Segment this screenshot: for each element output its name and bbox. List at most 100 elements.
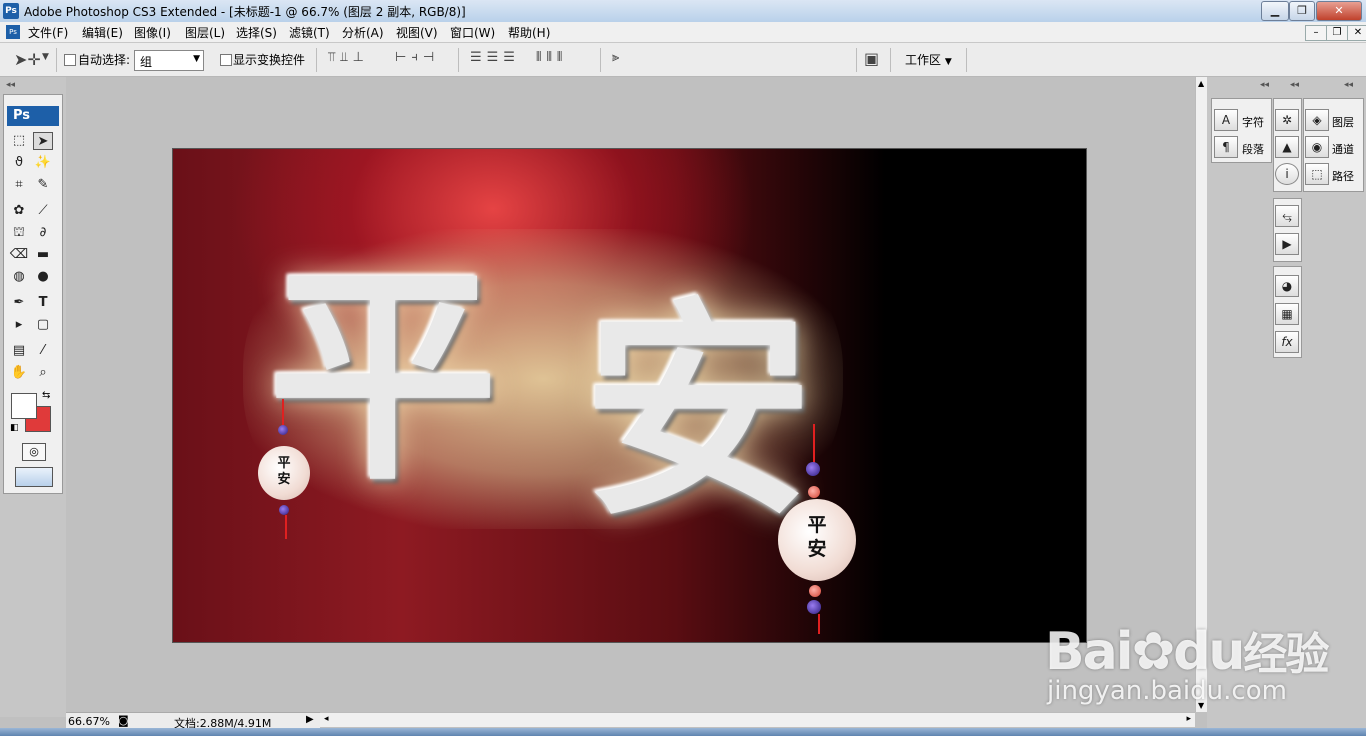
minimize-button[interactable]: ▁ — [1261, 1, 1289, 21]
menu-select[interactable]: 选择(S) — [236, 24, 277, 41]
collapse-arrows-icon[interactable]: ◂◂ — [1260, 80, 1269, 90]
dodge-tool-icon[interactable]: ● — [33, 268, 53, 286]
menu-edit[interactable]: 编辑(E) — [82, 24, 123, 41]
tool-preset-dropdown-icon[interactable]: ▼ — [42, 52, 49, 62]
menu-window[interactable]: 窗口(W) — [450, 24, 495, 41]
menu-filter[interactable]: 滤镜(T) — [289, 24, 330, 41]
slice-tool-icon[interactable]: ✎ — [33, 176, 53, 194]
auto-select-checkbox[interactable] — [64, 54, 76, 66]
title-bar: Ps Adobe Photoshop CS3 Extended - [未标题-1… — [0, 0, 1366, 23]
small-lantern-text-1: 平 — [277, 456, 291, 471]
lasso-tool-icon[interactable]: ϑ — [9, 154, 29, 172]
history-icon[interactable]: ⥃ — [1275, 205, 1299, 227]
show-transform-checkbox[interactable] — [220, 54, 232, 66]
character-panel-label[interactable]: 字符 — [1242, 114, 1264, 130]
path-selection-tool-icon[interactable]: ▸ — [9, 316, 29, 334]
photoshop-app-icon: Ps — [3, 3, 19, 19]
align-icons-group[interactable]: ⫪⫫⊥ — [328, 50, 369, 65]
menu-bar: Ps 文件(F) 编辑(E) 图像(I) 图层(L) 选择(S) 滤镜(T) 分… — [0, 22, 1366, 43]
pen-tool-icon[interactable]: ✒ — [9, 294, 29, 312]
paragraph-panel-label[interactable]: 段落 — [1242, 141, 1264, 157]
paths-icon[interactable]: ⬚ — [1305, 163, 1329, 185]
maximize-button[interactable]: ❐ — [1289, 1, 1315, 21]
marquee-tool-icon[interactable]: ⬚ — [9, 132, 29, 150]
lantern-bead — [806, 462, 820, 476]
swatches-icon[interactable]: ▦ — [1275, 303, 1299, 325]
collapse-arrows-icon[interactable]: ◂◂ — [6, 80, 15, 90]
doc-minimize-button[interactable]: – — [1305, 25, 1327, 41]
brush-tool-icon[interactable]: ⟋ — [33, 202, 53, 220]
chevron-down-icon: ▼ — [944, 57, 952, 67]
lantern-string — [813, 424, 815, 464]
color-icon[interactable]: ◕ — [1275, 275, 1299, 297]
menu-help[interactable]: 帮助(H) — [508, 24, 550, 41]
default-colors-icon[interactable]: ◧ — [10, 423, 19, 433]
menu-image[interactable]: 图像(I) — [134, 24, 171, 41]
eraser-tool-icon[interactable]: ⌫ — [9, 246, 29, 264]
collapse-arrows-icon[interactable]: ◂◂ — [1290, 80, 1299, 90]
distribute-vertical-icons-group[interactable]: ☰☰☰ — [470, 50, 520, 65]
eyedropper-tool-icon[interactable]: ⁄ — [33, 342, 53, 360]
workspace-menu[interactable]: 工作区 ▼ — [905, 51, 952, 68]
magic-wand-tool-icon[interactable]: ✨ — [33, 154, 53, 172]
move-tool-icon[interactable]: ➤✛ — [14, 50, 41, 69]
zoom-tool-icon[interactable]: ⌕ — [33, 364, 53, 382]
collapse-arrows-icon[interactable]: ◂◂ — [1344, 80, 1353, 90]
distribute-horizontal-icons-group[interactable]: ⫴⫴⫴ — [536, 50, 567, 65]
status-info-icon[interactable]: ◙ — [118, 714, 129, 727]
actions-icon[interactable]: ▶ — [1275, 233, 1299, 255]
separator — [56, 48, 57, 72]
show-transform-label: 显示变换控件 — [233, 53, 306, 67]
layers-icon[interactable]: ◈ — [1305, 109, 1329, 131]
history-brush-tool-icon[interactable]: ∂ — [33, 224, 53, 242]
notes-tool-icon[interactable]: ▤ — [9, 342, 29, 360]
separator — [316, 48, 317, 72]
clone-stamp-tool-icon[interactable]: ⛫ — [9, 224, 29, 242]
canvas-text-an: 安 — [583, 280, 814, 547]
layers-panel-label[interactable]: 图层 — [1332, 114, 1354, 130]
align-horizontal-icons-group[interactable]: ⊢⫞⊣ — [395, 50, 439, 65]
large-lantern: 平 安 — [778, 499, 856, 581]
info-icon[interactable]: i — [1275, 163, 1299, 185]
zoom-level[interactable]: 66.67% — [68, 715, 110, 728]
menu-analysis[interactable]: 分析(A) — [342, 24, 384, 41]
quick-mask-icon[interactable]: ◎ — [22, 443, 46, 461]
paragraph-icon[interactable]: ¶ — [1214, 136, 1238, 158]
doc-close-button[interactable]: ✕ — [1347, 25, 1366, 41]
channels-panel-label[interactable]: 通道 — [1332, 141, 1354, 157]
navigator-icon[interactable]: ✲ — [1275, 109, 1299, 131]
gradient-tool-icon[interactable]: ▬ — [33, 246, 53, 264]
blur-tool-icon[interactable]: ◍ — [9, 268, 29, 286]
move-tool-button[interactable]: ➤ — [33, 132, 53, 150]
status-menu-arrow-icon[interactable]: ▶ — [306, 714, 314, 725]
screen-mode-icon[interactable] — [15, 467, 53, 487]
shape-tool-icon[interactable]: ▢ — [33, 316, 53, 334]
styles-fx-icon[interactable]: fx — [1275, 331, 1299, 353]
menu-file[interactable]: 文件(F) — [28, 24, 68, 41]
document-icon: Ps — [6, 25, 20, 39]
horizontal-scrollbar[interactable]: ◂ ▸ — [320, 712, 1195, 727]
type-tool-icon[interactable]: T — [33, 294, 53, 312]
character-icon[interactable]: A — [1214, 109, 1238, 131]
scroll-up-icon[interactable]: ▲ — [1198, 79, 1204, 88]
close-button[interactable]: ✕ — [1316, 1, 1362, 21]
large-lantern-text-2: 安 — [807, 538, 827, 560]
doc-restore-button[interactable]: ❐ — [1326, 25, 1348, 41]
foreground-color-swatch[interactable] — [11, 393, 37, 419]
auto-select-dropdown[interactable]: 组 ▼ — [134, 50, 204, 71]
small-lantern: 平 安 — [258, 446, 310, 500]
healing-brush-tool-icon[interactable]: ✿ — [9, 202, 29, 220]
hand-tool-icon[interactable]: ✋ — [9, 364, 29, 382]
swap-colors-icon[interactable]: ⇆ — [42, 390, 50, 401]
menu-layer[interactable]: 图层(L) — [185, 24, 225, 41]
menu-view[interactable]: 视图(V) — [396, 24, 438, 41]
channels-icon[interactable]: ◉ — [1305, 136, 1329, 158]
histogram-icon[interactable]: ▲ — [1275, 136, 1299, 158]
auto-align-icon[interactable]: ⫸ — [612, 50, 619, 65]
scroll-right-icon[interactable]: ▸ — [1186, 714, 1191, 724]
document-canvas[interactable]: 平 安 平 安 平 安 — [172, 148, 1087, 643]
crop-tool-icon[interactable]: ⌗ — [9, 176, 29, 194]
paths-panel-label[interactable]: 路径 — [1332, 168, 1354, 184]
scroll-left-icon[interactable]: ◂ — [324, 714, 329, 724]
bridge-icon[interactable]: ▣ — [864, 49, 879, 68]
